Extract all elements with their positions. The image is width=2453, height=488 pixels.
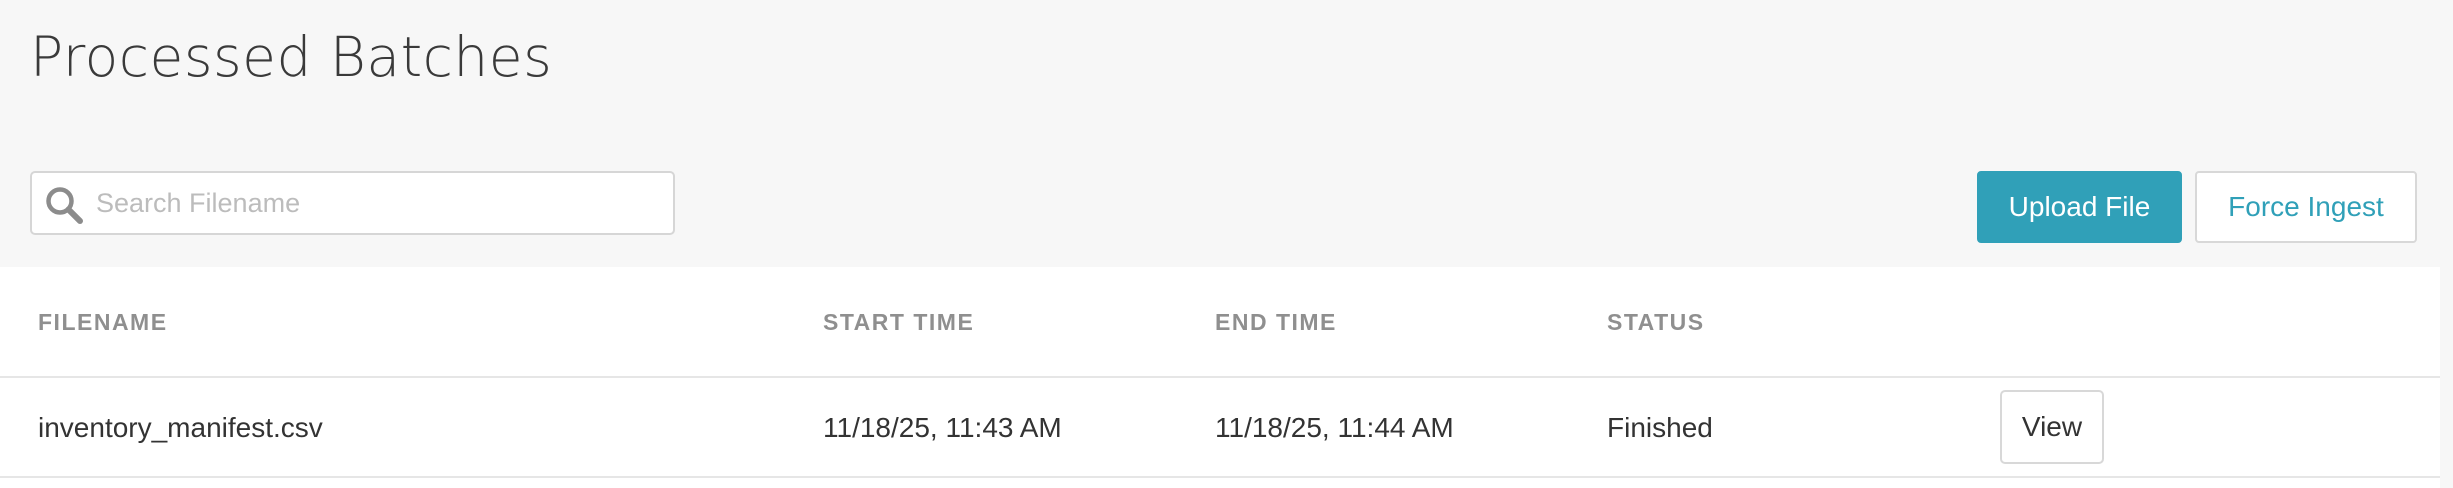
page-title: Processed Batches (30, 25, 553, 89)
batches-table: FILENAME START TIME END TIME STATUS inve… (0, 267, 2440, 488)
search-icon (44, 185, 84, 225)
view-button[interactable]: View (2000, 390, 2104, 464)
row-end-time: 11/18/25, 11:44 AM (1215, 412, 1454, 443)
column-header-start-time: START TIME (823, 309, 975, 335)
table-header: FILENAME START TIME END TIME STATUS (0, 267, 2440, 378)
force-ingest-button[interactable]: Force Ingest (2195, 171, 2417, 243)
upload-file-button[interactable]: Upload File (1977, 171, 2182, 243)
row-start-time: 11/18/25, 11:43 AM (823, 412, 1062, 443)
page: Processed Batches Upload File Force Inge… (0, 0, 2453, 488)
table-row: inventory_manifest.csv 11/18/25, 11:43 A… (0, 378, 2440, 478)
column-header-end-time: END TIME (1215, 309, 1337, 335)
column-header-filename: FILENAME (38, 309, 168, 335)
search-box[interactable] (30, 171, 675, 235)
row-filename: inventory_manifest.csv (38, 412, 323, 443)
column-header-status: STATUS (1607, 309, 1705, 335)
row-status: Finished (1607, 412, 1713, 443)
search-input[interactable] (96, 173, 666, 233)
